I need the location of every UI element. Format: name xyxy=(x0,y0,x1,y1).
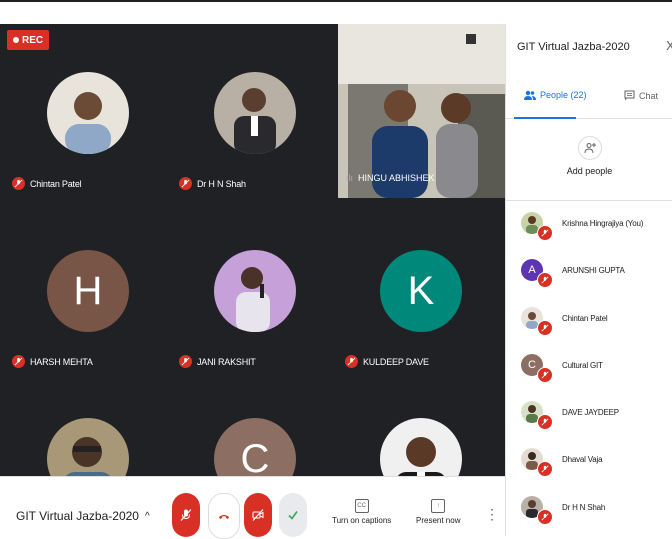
list-item[interactable]: A ARUNSHI GUPTA xyxy=(506,255,672,302)
meeting-title: GIT Virtual Jazba-2020 xyxy=(16,509,139,523)
participant-name: KULDEEP DAVE xyxy=(363,356,429,367)
add-people-label: Add people xyxy=(566,166,613,176)
participant-name: DAVE JAYDEEP xyxy=(562,408,619,418)
participant-photo xyxy=(47,418,129,476)
initial-avatar: K xyxy=(380,250,462,332)
tab-people-label: People (22) xyxy=(540,90,587,100)
list-item[interactable]: Krishna Hingrajiya (You) xyxy=(506,208,672,255)
tab-people[interactable]: People (22) xyxy=(524,90,587,100)
participant-name: HARSH MEHTA xyxy=(30,356,93,367)
side-panel: GIT Virtual Jazba-2020 X People (22) Cha… xyxy=(505,24,672,536)
mic-off-icon xyxy=(12,355,25,368)
participant-tile[interactable]: JANI RAKSHIT xyxy=(171,208,339,388)
camera-toggle-button[interactable] xyxy=(244,493,272,537)
mic-off-icon xyxy=(179,177,192,190)
recording-badge: REC xyxy=(7,30,50,50)
mic-off-icon xyxy=(179,355,192,368)
list-item[interactable]: Dr H N Shah xyxy=(506,492,672,539)
participant-name: Cultural GIT xyxy=(562,360,603,370)
participant-name: Dr H N Shah xyxy=(562,502,606,512)
mic-off-icon xyxy=(537,225,553,241)
more-options-icon[interactable]: ⋮ xyxy=(485,507,499,521)
participant-name: Chintan Patel xyxy=(30,178,82,189)
list-item[interactable]: C Cultural GIT xyxy=(506,350,672,397)
live-video-tile[interactable]: ılı HINGU ABHISHEK xyxy=(338,24,505,198)
captions-label: Turn on captions xyxy=(332,516,392,525)
participant-tile[interactable]: Chintan Patel xyxy=(4,30,172,210)
chevron-up-icon: ^ xyxy=(144,510,150,522)
participant-photo xyxy=(47,72,129,154)
leave-call-button[interactable] xyxy=(208,493,240,539)
participant-tile[interactable]: H HARSH MEHTA xyxy=(4,208,172,388)
participant-name: ARUNSHI GUPTA xyxy=(562,266,625,276)
chat-icon xyxy=(624,90,635,101)
phone-hangup-icon xyxy=(219,515,229,519)
present-arrow-icon: ↑ xyxy=(431,499,446,513)
participant-tile[interactable] xyxy=(337,376,505,476)
participant-tile[interactable]: Dr H N Shah xyxy=(171,30,339,210)
list-item[interactable]: DAVE JAYDEEP xyxy=(506,397,672,444)
check-icon xyxy=(288,511,298,520)
participant-tile[interactable]: K KULDEEP DAVE xyxy=(337,208,505,388)
top-strip xyxy=(0,2,672,24)
present-now-button[interactable]: ↑ Present now xyxy=(416,499,460,525)
mic-off-icon xyxy=(537,366,553,383)
captions-button[interactable]: CC Turn on captions xyxy=(332,499,391,525)
participant-photo xyxy=(380,418,462,476)
people-icon xyxy=(524,90,536,100)
video-feed xyxy=(338,24,505,198)
participant-name: JANI RAKSHIT xyxy=(197,356,256,367)
list-item[interactable]: Dhaval Vaja xyxy=(506,444,672,491)
panel-title: GIT Virtual Jazba-2020 xyxy=(517,41,630,53)
control-bar: GIT Virtual Jazba-2020 ^ CC Turn on capt… xyxy=(0,476,505,539)
participant-photo xyxy=(214,72,296,154)
meeting-details-toggle[interactable]: GIT Virtual Jazba-2020 ^ xyxy=(16,509,150,523)
mic-toggle-button[interactable] xyxy=(172,493,200,537)
panel-tabs: People (22) Chat xyxy=(506,84,672,119)
closed-captions-icon: CC xyxy=(354,499,369,513)
divider xyxy=(506,200,672,201)
video-grid: REC Chintan Patel Dr H N Shah ılı HINGU … xyxy=(0,24,505,476)
participant-list: Krishna Hingrajiya (You) A ARUNSHI GUPTA… xyxy=(506,208,672,539)
mic-off-icon xyxy=(345,355,358,368)
record-dot-icon xyxy=(13,37,19,43)
recording-label: REC xyxy=(22,34,44,46)
participant-name: Dr H N Shah xyxy=(197,178,246,189)
list-item[interactable]: Chintan Patel xyxy=(506,303,672,350)
confirm-button[interactable] xyxy=(279,493,307,537)
present-label: Present now xyxy=(416,516,461,525)
tab-chat[interactable]: Chat xyxy=(624,90,658,101)
initial-avatar: H xyxy=(47,250,129,332)
participant-name: Dhaval Vaja xyxy=(562,455,603,465)
mic-off-icon xyxy=(537,414,553,431)
close-icon[interactable]: X xyxy=(666,38,672,53)
camera-off-icon xyxy=(252,509,264,521)
mic-off-icon xyxy=(537,508,553,525)
mic-off-icon xyxy=(180,509,192,521)
mic-off-icon xyxy=(12,177,25,190)
initial-avatar: C xyxy=(214,418,296,476)
mic-off-icon xyxy=(537,319,553,336)
mic-off-icon xyxy=(537,461,553,478)
tab-chat-label: Chat xyxy=(639,90,659,101)
participant-name: Chintan Patel xyxy=(562,313,608,323)
participant-photo xyxy=(214,250,296,332)
add-person-icon xyxy=(577,136,602,160)
participant-name: Krishna Hingrajiya (You) xyxy=(562,219,644,228)
active-tab-indicator xyxy=(514,117,576,119)
participant-name: HINGU ABHISHEK xyxy=(358,173,435,183)
speaking-indicator-icon: ılı xyxy=(346,173,354,183)
mic-off-icon xyxy=(537,272,553,289)
add-people-button[interactable]: Add people xyxy=(506,136,672,176)
participant-tile[interactable] xyxy=(4,376,172,476)
participant-tile[interactable]: C xyxy=(171,376,339,476)
